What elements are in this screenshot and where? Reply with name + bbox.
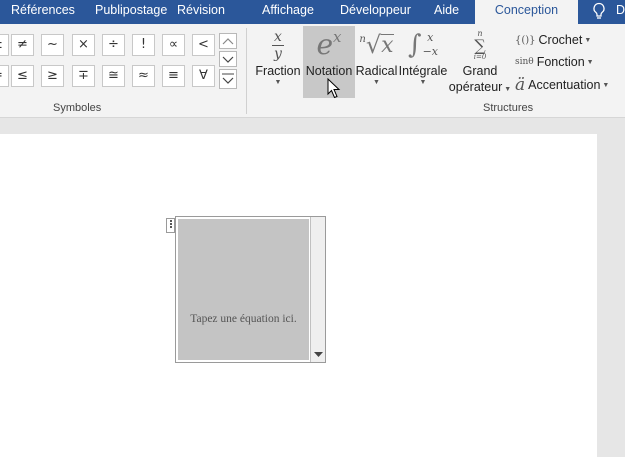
gallery-scroll-up-button[interactable] bbox=[219, 33, 237, 49]
symbol-approx[interactable]: ≈ bbox=[132, 65, 155, 87]
notation-label: Notation bbox=[305, 64, 353, 78]
more-icon bbox=[222, 73, 234, 84]
symbol-less-than[interactable]: < bbox=[192, 34, 215, 56]
radical-label: Radical bbox=[355, 64, 398, 78]
exponent-icon: ex bbox=[303, 26, 355, 64]
chevron-down-icon bbox=[222, 56, 234, 63]
tab-publipostage[interactable]: Publipostage bbox=[95, 0, 167, 24]
dropdown-arrow-icon: ▼ bbox=[584, 36, 592, 44]
tab-aide[interactable]: Aide bbox=[434, 0, 459, 24]
dropdown-arrow-icon: ▼ bbox=[419, 79, 427, 86]
symbol-for-all[interactable]: ∀ bbox=[192, 65, 215, 87]
tab-conception[interactable]: Conception bbox=[475, 0, 578, 24]
symbol-times[interactable]: × bbox=[72, 34, 95, 56]
fraction-denominator: y bbox=[274, 45, 282, 62]
radical-icon: n √ x bbox=[355, 26, 398, 64]
notation-base: e bbox=[316, 28, 334, 61]
symbol-less-equal[interactable]: ≤ bbox=[11, 65, 34, 87]
accentuation-button[interactable]: ä Accentuation ▼ bbox=[515, 75, 609, 95]
symbol-not-equal[interactable]: ≠ bbox=[11, 34, 34, 56]
lightbulb-icon[interactable] bbox=[591, 2, 607, 20]
chevron-up-icon bbox=[222, 38, 234, 45]
notation-exponent: x bbox=[333, 28, 342, 46]
fraction-button[interactable]: x y Fraction ▼ bbox=[252, 26, 304, 98]
function-icon: sinθ bbox=[515, 57, 534, 67]
root-symbol-icon: √ bbox=[365, 31, 382, 59]
symbol-identical[interactable]: ≡ bbox=[162, 65, 185, 87]
tab-revision[interactable]: Révision bbox=[177, 0, 225, 24]
integral-symbol-icon: ∫ bbox=[408, 30, 422, 60]
integral-icon: ∫ x −x bbox=[398, 26, 448, 64]
symbol-factorial[interactable]: ! bbox=[132, 34, 155, 56]
fonction-button[interactable]: sinθ Fonction ▼ bbox=[515, 52, 594, 72]
tab-developpeur[interactable]: Développeur bbox=[340, 0, 411, 24]
integral-upper-bound: x bbox=[427, 31, 434, 44]
sum-lower: i=0 bbox=[473, 52, 487, 61]
symbols-group-label: Symboles bbox=[53, 102, 102, 114]
tab-partial[interactable]: D bbox=[616, 0, 625, 21]
equation-move-handle[interactable] bbox=[166, 218, 175, 233]
dropdown-arrow-icon: ▼ bbox=[586, 58, 594, 66]
symbol-minus-plus[interactable]: ∓ bbox=[72, 65, 95, 87]
grand-operateur-button[interactable]: n ∑ i=0 Grand opérateur ▼ bbox=[447, 26, 513, 98]
integrale-button[interactable]: ∫ x −x Intégrale ▼ bbox=[398, 26, 448, 98]
integrale-label: Intégrale bbox=[398, 64, 448, 78]
equation-placeholder: Tapez une équation ici. bbox=[190, 313, 297, 325]
tab-affichage[interactable]: Affichage bbox=[262, 0, 314, 24]
equation-options-bar[interactable] bbox=[310, 217, 325, 362]
equation-options-arrow-icon[interactable] bbox=[314, 352, 323, 358]
structures-group-label: Structures bbox=[483, 102, 534, 114]
dropdown-arrow-icon: ▼ bbox=[602, 81, 610, 89]
dropdown-arrow-icon: ▼ bbox=[502, 86, 512, 93]
gallery-scroll-down-button[interactable] bbox=[219, 51, 237, 67]
symbol-greater-equal[interactable]: ≥ bbox=[41, 65, 64, 87]
radical-button[interactable]: n √ x Radical ▼ bbox=[355, 26, 398, 98]
grand-operateur-label-2: opérateur bbox=[448, 80, 503, 94]
ribbon: ± ≠ ~ × ÷ ! ∝ < = ≤ ≥ ∓ ≅ ≈ ≡ ∀ Symboles… bbox=[0, 24, 625, 118]
dropdown-arrow-icon: ▼ bbox=[274, 79, 282, 86]
accent-icon: ä bbox=[515, 75, 526, 95]
symbol-equal[interactable]: = bbox=[0, 65, 9, 87]
symbol-proportional[interactable]: ∝ bbox=[162, 34, 185, 56]
fraction-label: Fraction bbox=[255, 64, 301, 78]
radical-radicand: x bbox=[381, 32, 394, 58]
tab-references[interactable]: Références bbox=[11, 0, 75, 24]
sum-symbol: ∑ bbox=[474, 35, 486, 55]
symbol-plus-minus[interactable]: ± bbox=[0, 34, 9, 56]
fraction-numerator: x bbox=[274, 28, 282, 45]
symbol-divide[interactable]: ÷ bbox=[102, 34, 125, 56]
symbol-tilde[interactable]: ~ bbox=[41, 34, 64, 56]
gallery-expand-button[interactable] bbox=[219, 69, 237, 89]
summation-icon: n ∑ i=0 bbox=[447, 26, 513, 64]
group-divider bbox=[246, 28, 247, 114]
bracket-icon: {()} bbox=[515, 34, 536, 46]
integral-lower-bound: −x bbox=[422, 45, 438, 58]
crochet-button[interactable]: {()} Crochet ▼ bbox=[515, 30, 591, 50]
equation-input-area[interactable]: Tapez une équation ici. bbox=[178, 219, 309, 360]
ribbon-tab-bar: Références Publipostage Révision Afficha… bbox=[0, 0, 625, 24]
dropdown-arrow-icon: ▼ bbox=[373, 79, 380, 86]
equation-box[interactable]: Tapez une équation ici. bbox=[175, 216, 326, 363]
symbol-congruent[interactable]: ≅ bbox=[102, 65, 125, 87]
fonction-label: Fonction bbox=[536, 55, 585, 69]
mouse-cursor-icon bbox=[327, 78, 341, 99]
fraction-icon: x y bbox=[252, 26, 304, 64]
grand-operateur-label-1: Grand bbox=[462, 64, 498, 78]
accentuation-label: Accentuation bbox=[528, 78, 601, 92]
crochet-label: Crochet bbox=[538, 33, 583, 47]
